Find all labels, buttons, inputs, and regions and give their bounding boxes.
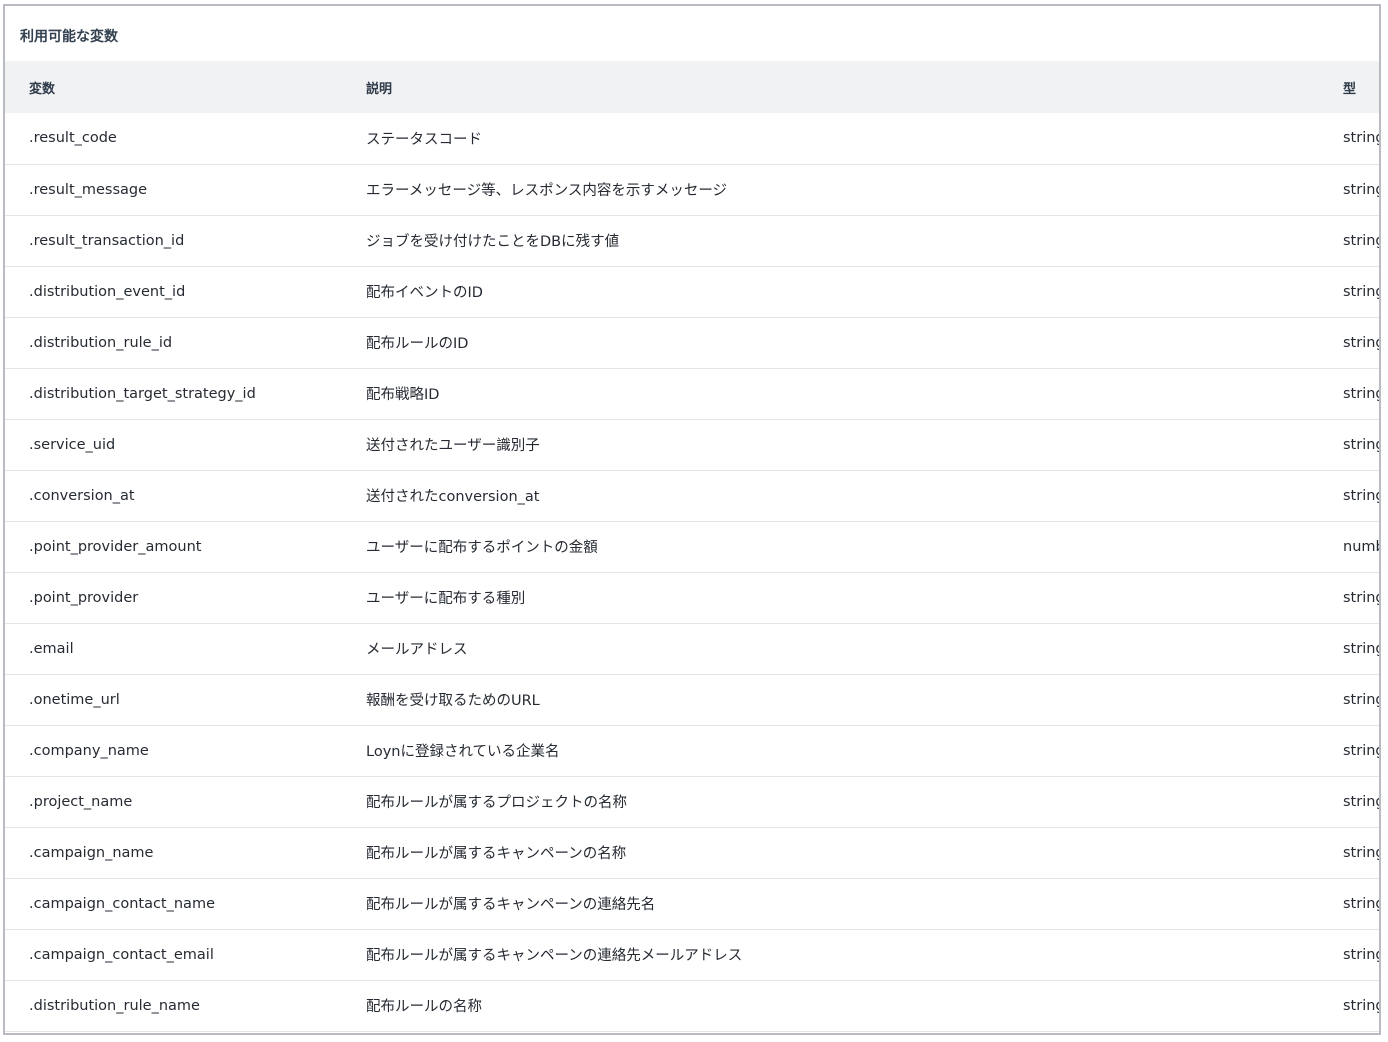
table-row: .campaign_contact_name 配布ルールが属するキャンペーンの連… <box>5 878 1379 929</box>
variable-cell: .result_code <box>29 130 117 147</box>
type-cell: string <box>1343 181 1381 198</box>
description-cell: Loynに登録されている企業名 <box>366 744 560 760</box>
column-header-type: 型 <box>1343 81 1357 97</box>
table-row: .company_name Loynに登録されている企業名 string <box>5 725 1379 776</box>
table-row: .campaign_name 配布ルールが属するキャンペーンの名称 string <box>5 827 1379 878</box>
description-cell: 配布ルールが属するプロジェクトの名称 <box>366 795 627 811</box>
panel-title: 利用可能な変数 <box>20 29 118 45</box>
column-header-variable: 変数 <box>29 81 56 97</box>
type-cell: string <box>1343 130 1381 147</box>
type-cell: string <box>1343 997 1381 1014</box>
table-row: .project_name 配布ルールが属するプロジェクトの名称 string <box>5 776 1379 827</box>
variable-cell: .point_provider <box>29 589 139 606</box>
type-cell: string <box>1343 946 1381 963</box>
type-cell: string <box>1343 334 1381 351</box>
type-cell: string <box>1343 895 1381 912</box>
table-row: .distribution_rule_name 配布ルールの名称 string <box>5 980 1379 1031</box>
description-cell: 送付されたユーザー識別子 <box>366 438 540 454</box>
description-cell: 配布ルールの名称 <box>366 999 482 1015</box>
table-row: .distribution_target_strategy_id 配布戦略ID … <box>5 368 1379 419</box>
variable-cell: .result_transaction_id <box>29 232 185 249</box>
description-cell: エラーメッセージ等、レスポンス内容を示すメッセージ <box>366 183 728 199</box>
table-row: .point_provider_amount ユーザーに配布するポイントの金額 … <box>5 521 1379 572</box>
type-cell: string <box>1343 589 1381 606</box>
description-cell: 配布ルールが属するキャンペーンの名称 <box>366 846 627 862</box>
table-row: .distribution_rule_id 配布ルールのID string <box>5 317 1379 368</box>
description-cell: 報酬を受け取るためのURL <box>366 693 540 709</box>
variable-cell: .project_name <box>29 793 133 810</box>
variables-panel: 利用可能な変数 変数 説明 型 .result_code ステータスコード st… <box>3 4 1381 1035</box>
variable-cell: .campaign_name <box>29 844 154 861</box>
type-cell: string <box>1343 691 1381 708</box>
variable-cell: .service_uid <box>29 436 116 453</box>
variable-cell: .conversion_at <box>29 487 135 504</box>
table-row: .onetime_url 報酬を受け取るためのURL string <box>5 674 1379 725</box>
type-cell: string <box>1343 385 1381 402</box>
description-cell: ステータスコード <box>366 131 482 148</box>
table-row: .email メールアドレス string <box>5 623 1379 674</box>
column-header-description: 説明 <box>366 81 393 97</box>
type-cell: string <box>1343 232 1381 249</box>
type-cell: string <box>1343 283 1381 300</box>
table-row: .result_transaction_id ジョブを受け付けたことをDBに残す… <box>5 215 1379 266</box>
table-row: .conversion_at 送付されたconversion_at string <box>5 470 1379 521</box>
variable-cell: .distribution_rule_id <box>29 334 173 351</box>
variable-cell: .company_name <box>29 742 149 759</box>
description-cell: ユーザーに配布する種別 <box>366 591 526 607</box>
description-cell: 送付されたconversion_at <box>366 489 540 505</box>
description-cell: ジョブを受け付けたことをDBに残す値 <box>366 234 620 250</box>
variables-table: 変数 説明 型 .result_code ステータスコード string .re… <box>5 61 1379 1032</box>
type-cell: string <box>1343 793 1381 810</box>
type-cell: string <box>1343 436 1381 453</box>
table-header-row: 変数 説明 型 <box>5 61 1379 113</box>
type-cell: string <box>1343 742 1381 759</box>
table-row: .service_uid 送付されたユーザー識別子 string <box>5 419 1379 470</box>
type-cell: string <box>1343 640 1381 657</box>
table-row: .campaign_contact_email 配布ルールが属するキャンペーンの… <box>5 929 1379 980</box>
variable-cell: .distribution_event_id <box>29 283 186 300</box>
table-row: .distribution_event_id 配布イベントのID string <box>5 266 1379 317</box>
type-cell: string <box>1343 487 1381 504</box>
variable-cell: .point_provider_amount <box>29 538 202 555</box>
type-cell: number <box>1343 538 1379 555</box>
description-cell: 配布イベントのID <box>366 285 483 301</box>
variable-cell: .result_message <box>29 181 148 198</box>
variable-cell: .onetime_url <box>29 691 120 708</box>
variable-cell: .email <box>29 640 74 657</box>
table-row: .result_message エラーメッセージ等、レスポンス内容を示すメッセー… <box>5 164 1379 215</box>
description-cell: メールアドレス <box>366 642 468 658</box>
type-cell: string <box>1343 844 1381 861</box>
table-row: .result_code ステータスコード string <box>5 113 1379 164</box>
description-cell: 配布戦略ID <box>366 387 440 403</box>
variable-cell: .campaign_contact_email <box>29 946 214 963</box>
description-cell: 配布ルールのID <box>366 336 469 352</box>
description-cell: ユーザーに配布するポイントの金額 <box>366 540 598 556</box>
table-row: .point_provider ユーザーに配布する種別 string <box>5 572 1379 623</box>
description-cell: 配布ルールが属するキャンペーンの連絡先名 <box>366 897 656 913</box>
description-cell: 配布ルールが属するキャンペーンの連絡先メールアドレス <box>366 948 743 964</box>
variable-cell: .campaign_contact_name <box>29 895 215 912</box>
variable-cell: .distribution_rule_name <box>29 997 200 1014</box>
variable-cell: .distribution_target_strategy_id <box>29 385 256 402</box>
